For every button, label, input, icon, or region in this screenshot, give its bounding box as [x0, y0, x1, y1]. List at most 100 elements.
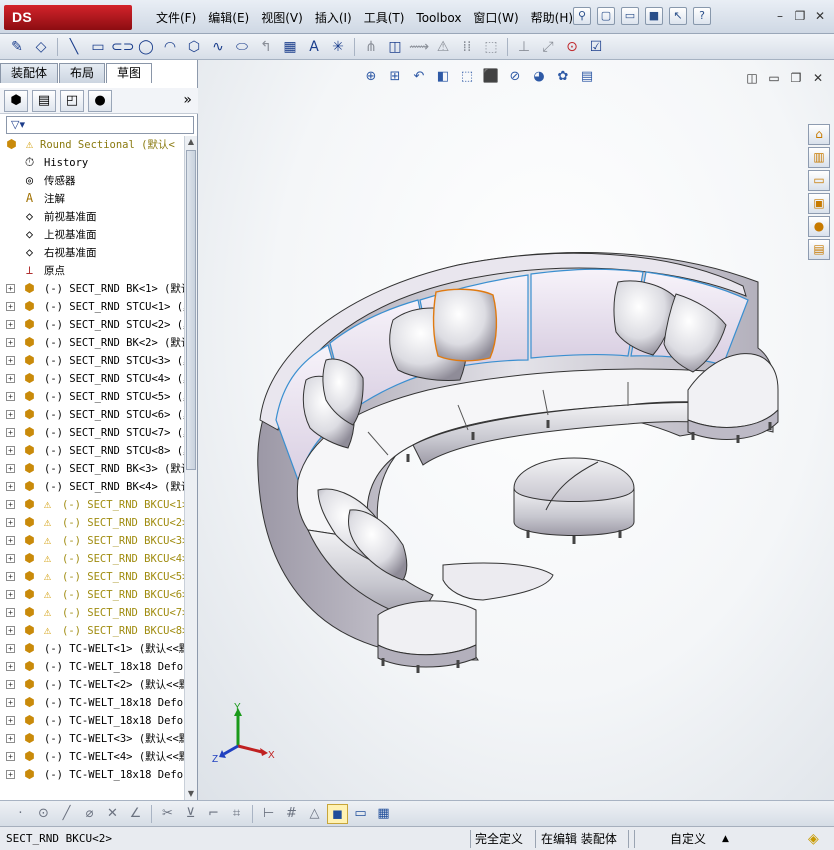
- tree-item[interactable]: + ⬢ ⚠ (-) SECT_RND BKCU<1>: [0, 496, 184, 514]
- tab-layout[interactable]: 布局: [59, 63, 106, 83]
- previous-view-icon[interactable]: ↶: [410, 68, 428, 86]
- viewport-single-icon[interactable]: ▭: [766, 70, 782, 86]
- tree-item[interactable]: + ⬢ ⚠ (-) SECT_RND BKCU<4>: [0, 550, 184, 568]
- expand-icon[interactable]: +: [6, 590, 15, 599]
- restore-icon[interactable]: ❐: [792, 8, 808, 24]
- tree-item[interactable]: ◇ 右视基准面: [0, 244, 184, 262]
- tree-item[interactable]: + ⬢ (-) SECT_RND BK<2> (默认: [0, 334, 184, 352]
- display-style-icon[interactable]: ⬛: [482, 68, 500, 86]
- tree-item[interactable]: + ⬢ (-) TC-WELT<4> (默认<<默: [0, 748, 184, 766]
- zoom-to-fit-icon[interactable]: ⊕: [362, 68, 380, 86]
- expand-icon[interactable]: +: [6, 716, 15, 725]
- point-icon[interactable]: ·: [10, 804, 31, 824]
- tree-item[interactable]: + ⬢ (-) TC-WELT_18x18 Defor: [0, 694, 184, 712]
- viewport-split-icon[interactable]: ◫: [744, 70, 760, 86]
- tree-item[interactable]: + ⬢ ⚠ (-) SECT_RND BKCU<6>: [0, 586, 184, 604]
- tree-item[interactable]: + ⬢ (-) SECT_RND STCU<5> (默: [0, 388, 184, 406]
- expand-icon[interactable]: +: [6, 752, 15, 761]
- move-entities-icon[interactable]: ⬚: [480, 37, 502, 57]
- scroll-up-icon[interactable]: ▲: [185, 136, 197, 148]
- tree-item[interactable]: + ⬢ ⚠ (-) SECT_RND BKCU<7>: [0, 604, 184, 622]
- expand-icon[interactable]: +: [6, 644, 15, 653]
- layout-view-icon[interactable]: ▦: [373, 804, 394, 824]
- tree-item[interactable]: ◎ 传感器: [0, 172, 184, 190]
- tree-item[interactable]: + ⬢ ⚠ (-) SECT_RND BKCU<2>: [0, 514, 184, 532]
- expand-icon[interactable]: +: [6, 608, 15, 617]
- expand-icon[interactable]: +: [6, 698, 15, 707]
- tree-item[interactable]: + ⬢ (-) TC-WELT<3> (默认<<默: [0, 730, 184, 748]
- tree-item[interactable]: + ⬢ (-) SECT_RND STCU<4> (默: [0, 370, 184, 388]
- offset-icon[interactable]: ⟿: [408, 37, 430, 57]
- linear-pattern-icon[interactable]: ⁞⁞: [456, 37, 478, 57]
- configuration-manager-tab-icon[interactable]: ◰: [60, 89, 84, 112]
- convert-entities-icon[interactable]: ◫: [384, 37, 406, 57]
- home-icon[interactable]: ⌂: [808, 124, 830, 145]
- pin-icon[interactable]: ⚲: [573, 7, 591, 25]
- arc-icon[interactable]: ◠: [159, 37, 181, 57]
- dimension-icon[interactable]: ⊢: [258, 804, 279, 824]
- tree-item[interactable]: + ⬢ (-) SECT_RND STCU<7> (默: [0, 424, 184, 442]
- tree-item[interactable]: + ⬢ ⚠ (-) SECT_RND BKCU<3>: [0, 532, 184, 550]
- instant2d-icon[interactable]: ☑: [585, 37, 607, 57]
- tree-root-item[interactable]: ⬢ ⚠ Round Sectional (默认<: [0, 136, 184, 154]
- more-tabs-chevron-icon[interactable]: »: [183, 92, 192, 108]
- expand-icon[interactable]: +: [6, 392, 15, 401]
- scrollbar-thumb[interactable]: [186, 150, 196, 470]
- tree-item[interactable]: ⊥ 原点: [0, 262, 184, 280]
- mirror-icon[interactable]: ⚠: [432, 37, 454, 57]
- expand-icon[interactable]: +: [6, 518, 15, 527]
- viewport-close-icon[interactable]: ✕: [810, 70, 826, 86]
- vertical-icon[interactable]: ⊻: [180, 804, 201, 824]
- units-arrow-icon[interactable]: ▲: [722, 830, 729, 848]
- view-orientation-icon[interactable]: ⬚: [458, 68, 476, 86]
- cut-icon[interactable]: ✂: [157, 804, 178, 824]
- expand-icon[interactable]: +: [6, 320, 15, 329]
- viewport-restore-icon[interactable]: ❐: [788, 70, 804, 86]
- shaded-cube-icon[interactable]: ◼: [327, 803, 348, 824]
- expand-icon[interactable]: +: [6, 536, 15, 545]
- sketch-icon[interactable]: ✎: [6, 37, 28, 57]
- repair-sketch-icon[interactable]: ⤢: [537, 37, 559, 57]
- tree-scrollbar[interactable]: ▲ ▼: [184, 136, 197, 800]
- ellipse-icon[interactable]: ⬭: [231, 37, 253, 57]
- text-icon[interactable]: A: [303, 37, 325, 57]
- horizontal-view-icon[interactable]: ▭: [350, 804, 371, 824]
- quick-snaps-icon[interactable]: ⊙: [561, 37, 583, 57]
- menu-view[interactable]: 视图(V): [255, 9, 309, 27]
- save-icon[interactable]: ■: [645, 7, 663, 25]
- expand-icon[interactable]: +: [6, 662, 15, 671]
- menu-tools[interactable]: 工具(T): [358, 9, 411, 27]
- menu-window[interactable]: 窗口(W): [467, 9, 524, 27]
- tree-item[interactable]: + ⬢ (-) SECT_RND BK<3> (默认: [0, 460, 184, 478]
- zoom-to-area-icon[interactable]: ⊞: [386, 68, 404, 86]
- tree-item[interactable]: ⏱ History: [0, 154, 184, 172]
- rectangle-icon[interactable]: ▭: [87, 37, 109, 57]
- expand-icon[interactable]: +: [6, 428, 15, 437]
- expand-icon[interactable]: +: [6, 482, 15, 491]
- line-snap-icon[interactable]: ╱: [56, 804, 77, 824]
- select-cursor-icon[interactable]: ↖: [669, 7, 687, 25]
- smart-dimension-icon[interactable]: ◇: [30, 37, 52, 57]
- expand-icon[interactable]: +: [6, 284, 15, 293]
- expand-icon[interactable]: +: [6, 446, 15, 455]
- tree-item[interactable]: ◇ 上视基准面: [0, 226, 184, 244]
- circle-icon[interactable]: ◯: [135, 37, 157, 57]
- expand-icon[interactable]: +: [6, 374, 15, 383]
- minimize-icon[interactable]: –: [772, 8, 788, 24]
- expand-icon[interactable]: +: [6, 572, 15, 581]
- expand-icon[interactable]: +: [6, 626, 15, 635]
- corner-icon[interactable]: ⌐: [203, 804, 224, 824]
- feature-tree-tab-icon[interactable]: ⬢: [4, 89, 28, 112]
- new-document-icon[interactable]: ▢: [597, 7, 615, 25]
- point-icon[interactable]: ✳: [327, 37, 349, 57]
- menu-edit[interactable]: 编辑(E): [202, 9, 255, 27]
- edit-appearance-icon[interactable]: ◕: [530, 68, 548, 86]
- tree-item[interactable]: + ⬢ (-) TC-WELT_18x18 Defor: [0, 658, 184, 676]
- tab-assembly[interactable]: 装配体: [0, 63, 59, 83]
- circle-snap-icon[interactable]: ⊙: [33, 804, 54, 824]
- ottoman[interactable]: [513, 457, 635, 544]
- trim-icon[interactable]: ⋔: [360, 37, 382, 57]
- section-view-icon[interactable]: ◧: [434, 68, 452, 86]
- tree-item[interactable]: + ⬢ (-) TC-WELT_18x18 Defor: [0, 712, 184, 730]
- triangle-icon[interactable]: △: [304, 804, 325, 824]
